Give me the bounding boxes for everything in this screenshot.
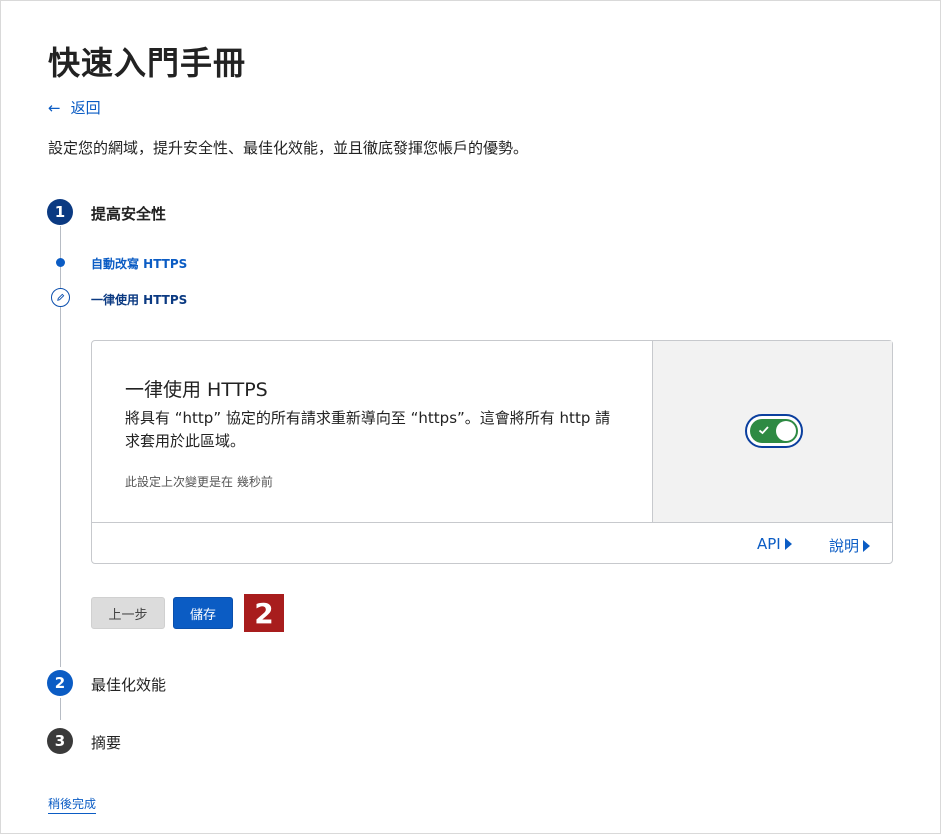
setting-card-description: 將具有 “http” 協定的所有請求重新導向至 “https”。這會將所有 ht…: [125, 409, 611, 450]
annotation-marker: 2: [244, 594, 284, 632]
substep-label-always-https: 一律使用 HTTPS: [91, 293, 188, 307]
toggle-knob: [776, 421, 796, 441]
step-1-indicator: 1: [47, 199, 73, 225]
pencil-icon: [51, 288, 70, 307]
toggle-track: [750, 419, 798, 443]
triangle-right-icon: [784, 538, 792, 550]
help-link-label: 說明: [829, 537, 860, 555]
save-button[interactable]: 儲存: [173, 597, 233, 629]
setting-card-content: 一律使用 HTTPS 將具有 “http” 協定的所有請求重新導向至 “http…: [92, 341, 653, 523]
always-https-toggle[interactable]: [745, 414, 803, 448]
step-1-label: 提高安全性: [91, 205, 167, 223]
step-2-label: 最佳化效能: [91, 676, 167, 694]
step-3-indicator: 3: [47, 728, 73, 754]
setting-card-last-changed: 此設定上次變更是在 幾秒前: [125, 475, 273, 489]
setting-card: 一律使用 HTTPS 將具有 “http” 協定的所有請求重新導向至 “http…: [91, 340, 893, 564]
back-link-label: 返回: [70, 99, 101, 117]
intro-text: 設定您的網域，提升安全性、最佳化效能，並且徹底發揮您帳戶的優勢。: [48, 139, 529, 157]
step-2-indicator: 2: [47, 670, 73, 696]
step-2-number: 2: [54, 674, 66, 692]
check-icon: [758, 426, 769, 435]
step-3-number: 3: [54, 732, 66, 750]
api-link[interactable]: API: [757, 535, 792, 553]
step-1-number: 1: [54, 203, 66, 221]
page-title: 快速入門手冊: [48, 44, 247, 82]
substep-done-dot: [56, 258, 65, 267]
previous-step-button[interactable]: 上一步: [91, 597, 165, 629]
triangle-right-icon: [863, 539, 871, 552]
help-link[interactable]: 說明: [829, 535, 871, 556]
setting-card-control-panel: [653, 341, 892, 523]
substep-label-auto-https[interactable]: 自動改寫 HTTPS: [91, 255, 187, 272]
step-3-label: 摘要: [91, 734, 122, 752]
back-link[interactable]: ← 返回: [48, 97, 101, 118]
arrow-left-icon: ←: [48, 98, 61, 117]
api-link-label: API: [757, 535, 781, 553]
stepper-line: [60, 698, 61, 720]
setting-card-title: 一律使用 HTTPS: [125, 379, 268, 401]
finish-later-link[interactable]: 稍後完成: [48, 795, 97, 814]
